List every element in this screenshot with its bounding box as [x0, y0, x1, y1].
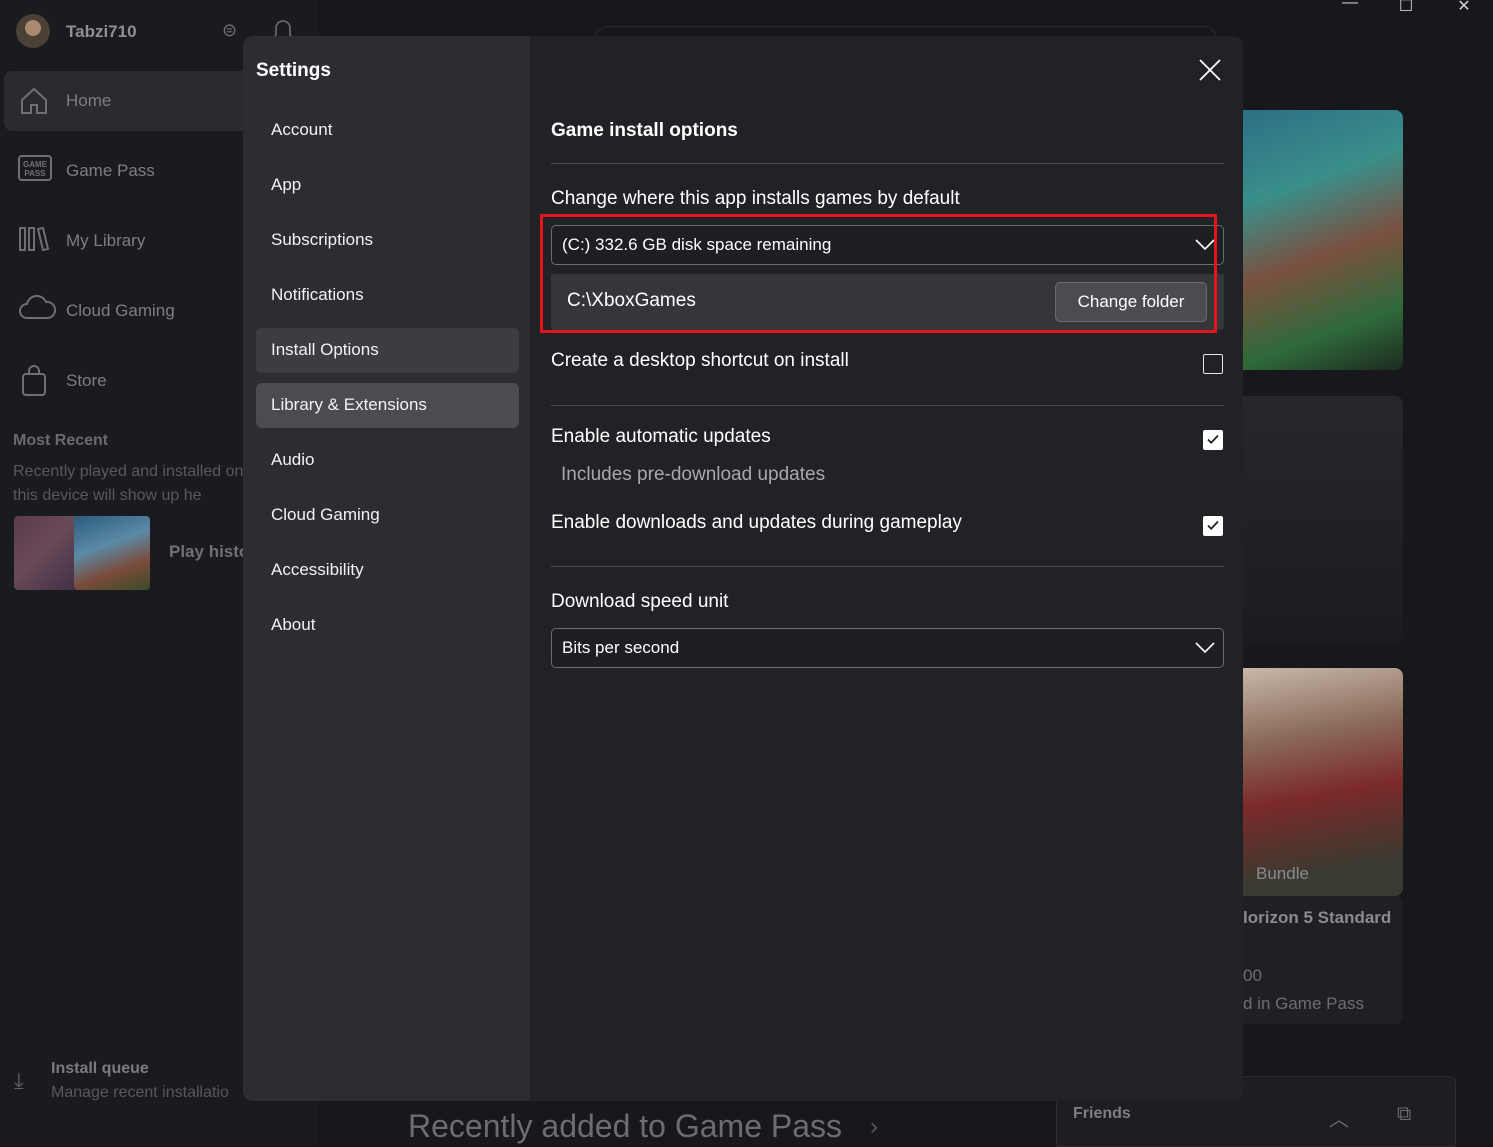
- highlight-annotation: [540, 214, 1217, 333]
- avatar[interactable]: [16, 14, 50, 48]
- game-price: 00: [1243, 966, 1262, 985]
- bundle-label: Bundle: [1256, 864, 1309, 883]
- chevron-up-icon[interactable]: ︿: [1329, 1103, 1349, 1132]
- nav-label: Game Pass: [66, 161, 155, 180]
- speed-unit-label: Download speed unit: [551, 591, 729, 612]
- game-card[interactable]: [1243, 396, 1403, 646]
- game-pass-icon: GAME PASS: [18, 155, 52, 187]
- auto-updates-label: Enable automatic updates: [551, 426, 771, 447]
- settings-nav-audio[interactable]: Audio: [256, 438, 519, 483]
- settings-nav-notifications[interactable]: Notifications: [256, 273, 519, 318]
- gameplay-downloads-label: Enable downloads and updates during game…: [551, 512, 962, 533]
- speed-unit-dropdown[interactable]: Bits per second: [551, 628, 1224, 668]
- install-queue-subtitle: Manage recent installatio: [51, 1084, 229, 1101]
- settings-nav-label: Notifications: [271, 285, 364, 304]
- settings-nav-cloud-gaming[interactable]: Cloud Gaming: [256, 493, 519, 538]
- settings-nav-label: Library & Extensions: [271, 395, 427, 414]
- recently-added-heading[interactable]: Recently added to Game Pass: [408, 1108, 842, 1145]
- maximize-button[interactable]: ☐: [1386, 0, 1426, 16]
- minimize-button[interactable]: —: [1330, 0, 1370, 12]
- settings-nav-label: Install Options: [271, 340, 379, 359]
- close-dialog-button[interactable]: [1198, 58, 1222, 82]
- section-heading: Game install options: [551, 120, 738, 141]
- chevron-down-icon: [1195, 642, 1215, 654]
- close-window-button[interactable]: ✕: [1444, 0, 1484, 16]
- featured-game-card[interactable]: [1243, 110, 1403, 370]
- checkmark-icon: [1207, 520, 1219, 530]
- divider: [551, 163, 1224, 164]
- checkmark-icon: [1207, 434, 1219, 444]
- nav-label: Cloud Gaming: [66, 301, 175, 320]
- dialog-title: Settings: [256, 60, 331, 81]
- install-location-label: Change where this app installs games by …: [551, 188, 960, 209]
- settings-nav-label: Subscriptions: [271, 230, 374, 249]
- settings-nav-label: Audio: [271, 450, 315, 469]
- settings-dialog: Settings Account App Subscriptions Notif…: [243, 36, 1243, 1101]
- settings-nav-label: App: [271, 175, 302, 194]
- game-pass-note: d in Game Pass: [1243, 994, 1364, 1013]
- nav-label: Home: [66, 91, 112, 110]
- popout-icon[interactable]: ⧉: [1397, 1103, 1411, 1126]
- settings-nav-library-extensions[interactable]: Library & Extensions: [256, 383, 519, 428]
- settings-nav-label: Cloud Gaming: [271, 505, 380, 524]
- settings-nav-label: Account: [271, 120, 333, 139]
- dropdown-value: Bits per second: [562, 638, 680, 657]
- auto-updates-sublabel: Includes pre-download updates: [561, 464, 826, 485]
- network-icon[interactable]: ⊜: [222, 20, 237, 41]
- settings-nav-label: About: [271, 615, 316, 634]
- nav-label: My Library: [66, 231, 146, 250]
- settings-nav-accessibility[interactable]: Accessibility: [256, 548, 519, 593]
- nav-label: Store: [66, 371, 107, 390]
- close-icon: [1199, 59, 1221, 81]
- download-icon: ⤓: [14, 1068, 24, 1093]
- play-history-link[interactable]: Play histo: [169, 542, 249, 562]
- settings-content: Game install options Change where this a…: [530, 36, 1243, 1101]
- forza-horizon-card-image[interactable]: [1243, 668, 1403, 896]
- divider: [551, 405, 1224, 406]
- install-queue-title[interactable]: Install queue: [51, 1060, 149, 1078]
- gameplay-downloads-checkbox[interactable]: [1203, 516, 1223, 536]
- cloud-icon: [18, 294, 57, 327]
- home-icon: [18, 85, 50, 117]
- game-title: lorizon 5 Standard: [1243, 908, 1392, 927]
- settings-nav-app[interactable]: App: [256, 163, 519, 208]
- settings-nav-about[interactable]: About: [256, 603, 519, 648]
- settings-nav: Settings Account App Subscriptions Notif…: [243, 36, 530, 1101]
- desktop-shortcut-label: Create a desktop shortcut on install: [551, 350, 849, 371]
- library-icon: [18, 225, 50, 257]
- desktop-shortcut-checkbox[interactable]: [1203, 354, 1223, 374]
- settings-nav-install-options[interactable]: Install Options: [256, 328, 519, 373]
- most-recent-title: Most Recent: [13, 432, 109, 449]
- recent-game-thumbnail[interactable]: [74, 516, 150, 590]
- settings-nav-subscriptions[interactable]: Subscriptions: [256, 218, 519, 263]
- friends-label: Friends: [1073, 1105, 1131, 1122]
- settings-nav-account[interactable]: Account: [256, 108, 519, 153]
- settings-nav-label: Accessibility: [271, 560, 364, 579]
- auto-updates-checkbox[interactable]: [1203, 430, 1223, 450]
- svg-text:GAME: GAME: [23, 160, 48, 169]
- chevron-right-icon[interactable]: ›: [870, 1113, 878, 1141]
- svg-text:PASS: PASS: [24, 169, 46, 178]
- most-recent-text: Recently played and installed on this de…: [13, 463, 244, 504]
- divider: [551, 566, 1224, 567]
- store-icon: [18, 365, 50, 397]
- profile-name[interactable]: Tabzi710: [66, 22, 137, 42]
